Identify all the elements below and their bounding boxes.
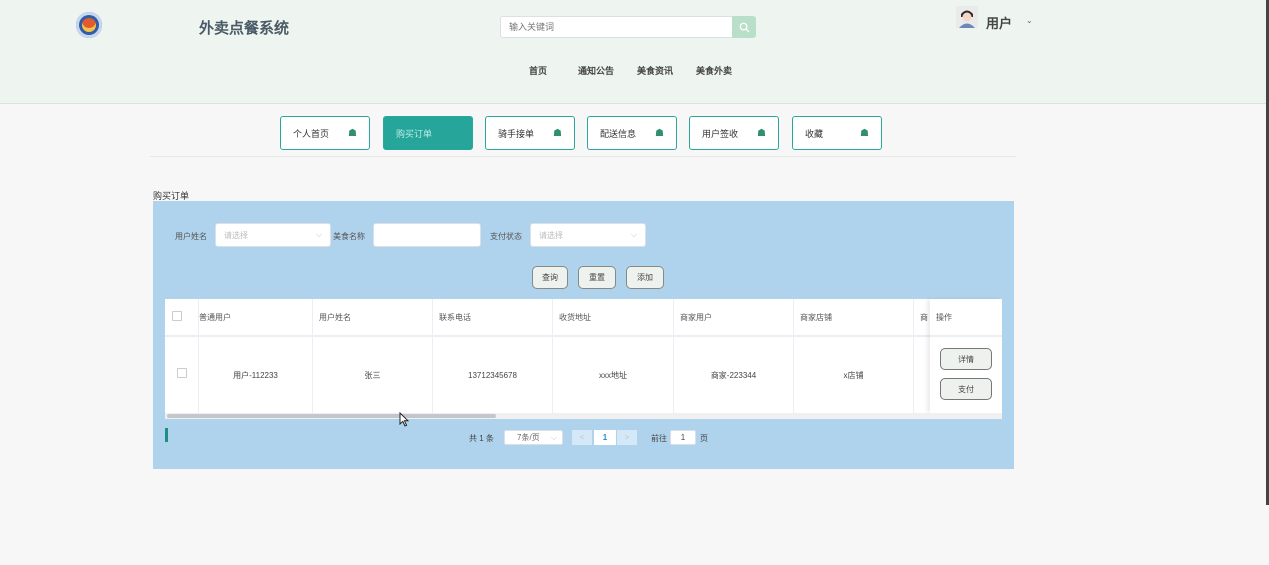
chevron-down-icon: ⌵ [550, 432, 557, 442]
search-input[interactable] [500, 16, 732, 38]
divider [150, 156, 1016, 157]
chevron-right-icon: > [624, 433, 630, 442]
house-icon: ☗ [860, 127, 869, 139]
user-name-filter-label: 用户姓名 [175, 232, 207, 241]
avatar[interactable] [956, 6, 978, 28]
house-icon: ☗ [655, 127, 664, 139]
page-size-select[interactable]: 7条/页 ⌵ [504, 430, 563, 445]
tab-personal-home[interactable]: 个人首页 ☗ [280, 116, 370, 150]
page-number-current[interactable]: 1 [594, 430, 616, 445]
column-header: 商家店铺 [800, 312, 832, 322]
accent-bar [165, 428, 168, 442]
pay-button[interactable]: 支付 [940, 378, 992, 400]
detail-button[interactable]: 详情 [940, 348, 992, 370]
query-button[interactable]: 查询 [532, 266, 568, 289]
add-button[interactable]: 添加 [626, 266, 664, 289]
prev-page-button[interactable]: < [572, 430, 592, 445]
tab-label: 收藏 [805, 128, 824, 139]
table-cell: x店铺 [843, 370, 864, 380]
table-cell: xxx地址 [599, 370, 627, 380]
chevron-down-icon: ⌵ [315, 230, 322, 239]
user-name-select[interactable]: 请选择 ⌵ [215, 223, 331, 247]
table-cell: 商家-223344 [710, 370, 757, 380]
table-cell: 用户-112233 [233, 370, 278, 380]
tab-label: 个人首页 [293, 128, 330, 139]
goto-label: 前往 [651, 434, 667, 443]
column-header: 商 [920, 312, 928, 322]
table-cell: 张三 [364, 370, 381, 380]
chevron-down-icon[interactable]: ⌄ [1026, 16, 1033, 25]
column-header: 收货地址 [559, 312, 591, 322]
search-button[interactable] [732, 16, 756, 38]
tab-favorites[interactable]: 收藏 ☗ [792, 116, 882, 150]
user-avatar-icon [956, 6, 978, 28]
food-name-filter-label: 美食名称 [333, 232, 365, 241]
tab-purchase-orders[interactable]: 购买订单 [383, 116, 473, 150]
mouse-cursor-icon [399, 411, 410, 429]
app-title: 外卖点餐系统 [199, 20, 290, 37]
select-all-checkbox[interactable] [172, 311, 182, 321]
reset-button[interactable]: 重置 [578, 266, 616, 289]
chevron-left-icon: < [579, 433, 585, 442]
tab-label: 配送信息 [600, 128, 637, 139]
chevron-down-icon: ⌵ [630, 230, 637, 239]
nav-home[interactable]: 首页 [529, 64, 547, 77]
tab-user-signoff[interactable]: 用户签收 ☗ [689, 116, 779, 150]
scrollbar-thumb[interactable] [167, 414, 496, 418]
tab-rider-orders[interactable]: 骑手接单 ☗ [485, 116, 575, 150]
pagination-total: 共 1 条 [469, 434, 494, 443]
nav-food-news[interactable]: 美食资讯 [637, 64, 673, 77]
goto-page-input[interactable]: 1 [670, 430, 696, 445]
pay-status-select[interactable]: 请选择 ⌵ [530, 223, 646, 247]
column-header: 操作 [936, 312, 952, 322]
column-header: 用户姓名 [319, 312, 351, 322]
house-icon: ☗ [553, 127, 562, 139]
food-name-input[interactable] [373, 223, 481, 247]
search-icon [739, 22, 750, 33]
select-placeholder: 请选择 [224, 230, 248, 240]
next-page-button[interactable]: > [617, 430, 637, 445]
column-header: 联系电话 [439, 312, 471, 322]
tab-label: 购买订单 [396, 128, 433, 139]
tab-label: 骑手接单 [498, 128, 535, 139]
tab-label: 用户签收 [702, 128, 739, 139]
header-divider [930, 335, 1002, 337]
column-header: 普通用户 [199, 312, 231, 322]
pay-status-filter-label: 支付状态 [490, 232, 522, 241]
tab-delivery-info[interactable]: 配送信息 ☗ [587, 116, 677, 150]
user-menu-label[interactable]: 用户 [986, 13, 1012, 32]
select-placeholder: 请选择 [539, 230, 563, 240]
nav-food-delivery[interactable]: 美食外卖 [696, 64, 732, 77]
logo-icon [76, 12, 102, 38]
page-suffix: 页 [700, 434, 708, 443]
column-header: 商家用户 [680, 312, 712, 322]
house-icon: ☗ [757, 127, 766, 139]
house-icon: ☗ [348, 127, 357, 139]
table-cell: 13712345678 [468, 370, 517, 380]
page-size-value: 7条/页 [517, 433, 540, 442]
row-checkbox[interactable] [177, 368, 187, 378]
nav-notice[interactable]: 通知公告 [578, 64, 614, 77]
